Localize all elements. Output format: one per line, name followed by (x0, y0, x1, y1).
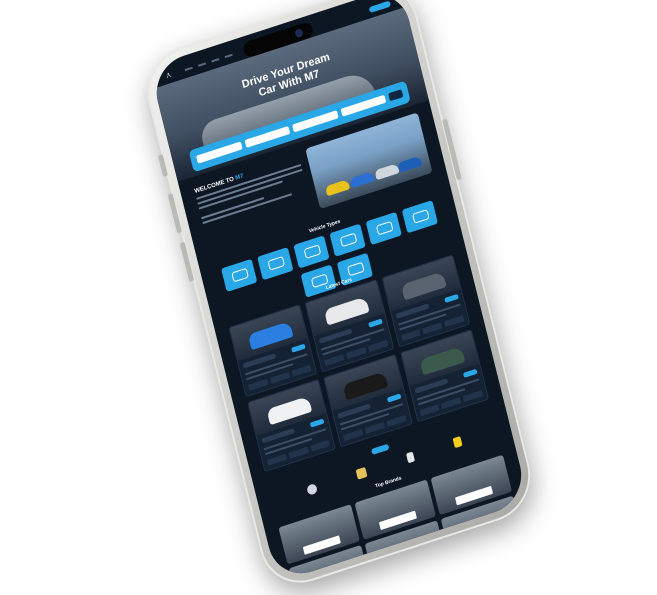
brand-card-label (312, 576, 352, 583)
brand-logo-icon[interactable] (452, 436, 463, 449)
brand-logo-icon[interactable] (355, 466, 368, 480)
logo-icon[interactable]: ⋏ (165, 67, 181, 81)
phone-volume-up (167, 193, 183, 234)
brand-logo-icon[interactable] (306, 482, 319, 496)
vehicle-type-tile[interactable] (293, 235, 330, 269)
brand-card-label (378, 510, 417, 531)
blue-car (397, 155, 423, 173)
view-button[interactable] (386, 393, 402, 403)
car-card[interactable] (399, 329, 490, 423)
nav-link[interactable] (211, 58, 220, 63)
blue-car (349, 171, 375, 189)
brand-card-label (465, 526, 504, 547)
vehicle-type-tile[interactable] (365, 211, 402, 246)
brand-logo-icon[interactable] (405, 451, 415, 464)
vehicle-type-tile[interactable] (401, 200, 439, 234)
view-more-button[interactable] (370, 443, 390, 456)
search-button[interactable] (388, 89, 404, 102)
welcome-title-brand: M7 (234, 173, 245, 182)
camera-icon (294, 27, 304, 39)
car-card[interactable] (247, 378, 337, 473)
phone-screen: ⋏ Drive Your Dream Car With M7 WELCOME T… (149, 0, 529, 583)
nav-link[interactable] (224, 53, 233, 59)
vehicle-type-tile[interactable] (329, 223, 366, 257)
phone-silent-switch (157, 154, 169, 178)
brand-card-label (389, 551, 428, 571)
nav-link[interactable] (197, 62, 207, 67)
view-button[interactable] (462, 368, 478, 378)
brand-card-label (302, 535, 341, 555)
vehicle-type-tile[interactable] (221, 258, 258, 293)
car-card[interactable] (323, 354, 413, 448)
brand-card-label (454, 485, 494, 506)
view-button[interactable] (367, 318, 383, 328)
view-button[interactable] (310, 418, 325, 428)
nav-link[interactable] (184, 66, 193, 72)
vehicle-type-tile[interactable] (257, 247, 294, 281)
silver-car (374, 163, 400, 181)
top-brands-grid (278, 454, 523, 583)
yellow-car (324, 179, 351, 197)
nav-cta-button[interactable] (368, 0, 392, 14)
view-button[interactable] (291, 343, 307, 353)
phone-mockup: ⋏ Drive Your Dream Car With M7 WELCOME T… (138, 0, 540, 595)
phone-volume-down (179, 241, 195, 283)
view-button[interactable] (444, 293, 459, 304)
